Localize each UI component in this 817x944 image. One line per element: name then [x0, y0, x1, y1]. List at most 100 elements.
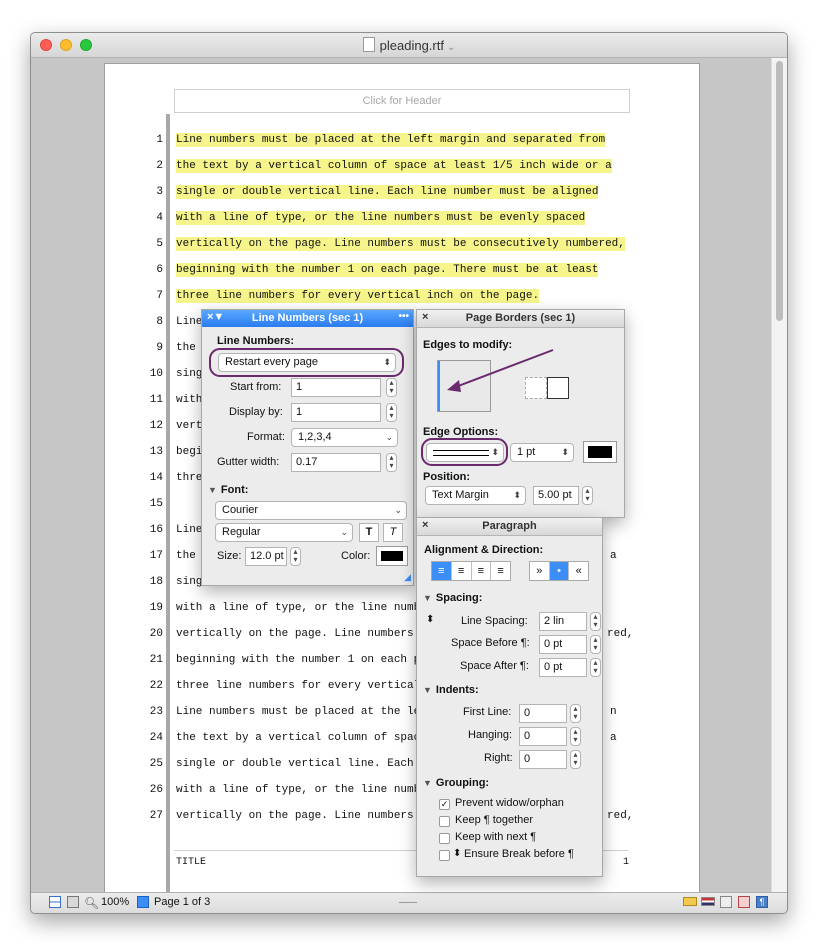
- line-spacing-mode-icon[interactable]: ⬍: [426, 614, 434, 625]
- vertical-scrollbar[interactable]: [771, 58, 787, 893]
- document-text-fragment[interactable]: a: [610, 731, 617, 745]
- format-select[interactable]: 1,2,3,4 ⌄: [291, 428, 398, 447]
- page-indicator[interactable]: Page 1 of 3: [154, 896, 210, 908]
- line-spacing-stepper[interactable]: ▴ ▾: [590, 612, 601, 631]
- document-text-line[interactable]: Line numbers must be placed at the left …: [176, 133, 606, 147]
- indents-section-label[interactable]: ▼ Indents:: [423, 684, 479, 696]
- document-text-line[interactable]: the text by a vertical column of spac: [176, 731, 420, 745]
- ltr-direction-icon[interactable]: »: [530, 562, 550, 580]
- header-placeholder[interactable]: Click for Header: [174, 89, 630, 113]
- disclosure-triangle-icon[interactable]: ▼: [423, 685, 432, 695]
- position-offset-field[interactable]: 5.00 pt: [533, 486, 579, 505]
- first-line-stepper[interactable]: ▴ ▾: [570, 704, 581, 723]
- font-section-label[interactable]: ▼ Font:: [208, 484, 248, 496]
- display-by-stepper[interactable]: ▴ ▾: [386, 403, 397, 422]
- natural-direction-icon[interactable]: •: [549, 562, 570, 580]
- hanging-field[interactable]: 0: [519, 727, 567, 746]
- right-indent-field[interactable]: 0: [519, 750, 567, 769]
- line-spacing-field[interactable]: 2 lin: [539, 612, 587, 631]
- document-text-line[interactable]: with: [176, 393, 202, 407]
- bold-button[interactable]: T: [359, 523, 379, 542]
- document-text-line[interactable]: Line: [176, 523, 202, 537]
- chevron-down-icon[interactable]: ⌄: [447, 42, 455, 53]
- document-text-fragment[interactable]: red,: [607, 627, 633, 641]
- grouping-option-label[interactable]: Prevent widow/orphan: [455, 797, 564, 809]
- document-text-line[interactable]: vertically on the page. Line numbers mus…: [176, 237, 625, 251]
- ruler-icon[interactable]: [683, 897, 697, 906]
- grouping-checkbox[interactable]: [439, 833, 450, 844]
- document-text-line[interactable]: with a line of type, or the line numb: [176, 783, 420, 797]
- document-text-fragment[interactable]: n: [610, 705, 617, 719]
- document-text-line[interactable]: Line: [176, 315, 202, 329]
- document-text-line[interactable]: begi: [176, 445, 202, 459]
- grouping-option-label[interactable]: Keep ¶ together: [455, 814, 533, 826]
- direction-segmented-control[interactable]: » • «: [529, 561, 589, 581]
- magnifier-icon[interactable]: 🔍︎: [84, 896, 99, 910]
- first-line-field[interactable]: 0: [519, 704, 567, 723]
- border-color-well[interactable]: [583, 441, 617, 463]
- resize-handle[interactable]: [399, 902, 417, 903]
- disclosure-triangle-icon[interactable]: ▼: [208, 485, 217, 495]
- document-text-line[interactable]: single or double vertical line. Each lin…: [176, 185, 599, 199]
- footer-page-number[interactable]: 1: [623, 857, 629, 868]
- display-by-field[interactable]: 1: [291, 403, 381, 422]
- hanging-stepper[interactable]: ▴ ▾: [570, 727, 581, 746]
- document-text-line[interactable]: with a line of type, or the line numb: [176, 601, 420, 615]
- footer-title[interactable]: TITLE: [176, 857, 206, 868]
- start-from-field[interactable]: 1: [291, 378, 381, 397]
- page-borders-panel-titlebar[interactable]: × Page Borders (sec 1): [417, 310, 624, 328]
- font-family-select[interactable]: Courier ⌄: [215, 501, 407, 520]
- document-text-line[interactable]: the: [176, 549, 196, 563]
- page-layout-icon[interactable]: [49, 896, 61, 908]
- align-justify-icon[interactable]: ≡: [491, 562, 510, 580]
- document-text-line[interactable]: the: [176, 341, 196, 355]
- line-width-select[interactable]: 1 pt ⬍: [510, 443, 574, 462]
- grouping-checkbox[interactable]: [439, 816, 450, 827]
- scrollbar-thumb[interactable]: [776, 61, 783, 321]
- document-text-line[interactable]: single or double vertical line. Each: [176, 757, 414, 771]
- align-right-icon[interactable]: ≡: [472, 562, 492, 580]
- document-text-line[interactable]: vertically on the page. Line numbers: [176, 627, 414, 641]
- resize-grip-icon[interactable]: ◢: [404, 572, 411, 583]
- document-text-line[interactable]: three line numbers for every vertical in…: [176, 289, 540, 303]
- space-after-stepper[interactable]: ▴ ▾: [590, 658, 601, 677]
- space-before-stepper[interactable]: ▴ ▾: [590, 635, 601, 654]
- size-stepper[interactable]: ▴ ▾: [290, 547, 301, 566]
- document-text-line[interactable]: the text by a vertical column of space a…: [176, 159, 612, 173]
- disclosure-triangle-icon[interactable]: ▼: [423, 593, 432, 603]
- grouping-section-label[interactable]: ▼ Grouping:: [423, 777, 489, 789]
- position-offset-stepper[interactable]: ▴ ▾: [582, 486, 593, 505]
- zoom-level[interactable]: 100%: [101, 896, 129, 908]
- align-center-icon[interactable]: ≡: [452, 562, 472, 580]
- start-from-stepper[interactable]: ▴ ▾: [386, 378, 397, 397]
- spacing-section-label[interactable]: ▼ Spacing:: [423, 592, 482, 604]
- document-text-line[interactable]: beginning with the number 1 on each p: [176, 653, 420, 667]
- space-before-field[interactable]: 0 pt: [539, 635, 587, 654]
- more-options-icon[interactable]: •••: [398, 311, 409, 322]
- document-text-line[interactable]: three line numbers for every vertical: [176, 679, 420, 693]
- title-bar[interactable]: pleading.rtf ⌄: [31, 33, 787, 58]
- stepper-arrows-icon[interactable]: ⬍: [453, 848, 461, 859]
- page-borders-icon[interactable]: [720, 896, 732, 908]
- document-text-line[interactable]: beginning with the number 1 on each page…: [176, 263, 599, 277]
- line-numbers-panel-titlebar[interactable]: ×▼ Line Numbers (sec 1) •••: [202, 310, 413, 327]
- alignment-segmented-control[interactable]: ≡ ≡ ≡ ≡: [431, 561, 511, 581]
- italic-button[interactable]: T: [383, 523, 403, 542]
- gutter-width-stepper[interactable]: ▴ ▾: [386, 453, 397, 472]
- document-text-fragment[interactable]: red,: [607, 809, 633, 823]
- document-text-fragment[interactable]: a: [610, 549, 617, 563]
- line-number-color-well[interactable]: [376, 546, 408, 566]
- grouping-option-label[interactable]: Keep with next ¶: [455, 831, 536, 843]
- document-text-line[interactable]: sing: [176, 367, 202, 381]
- clipboard-icon[interactable]: [67, 896, 79, 908]
- document-text-line[interactable]: with a line of type, or the line numbers…: [176, 211, 586, 225]
- paragraph-panel-titlebar[interactable]: × Paragraph: [417, 518, 602, 536]
- position-select[interactable]: Text Margin ⬍: [425, 486, 526, 505]
- document-text-line[interactable]: sing: [176, 575, 202, 589]
- document-text-line[interactable]: vertically on the page. Line numbers: [176, 809, 414, 823]
- space-after-field[interactable]: 0 pt: [539, 658, 587, 677]
- grouping-option-label[interactable]: Ensure Break before ¶: [464, 848, 574, 860]
- rtl-direction-icon[interactable]: «: [569, 562, 588, 580]
- window-title[interactable]: pleading.rtf ⌄: [31, 37, 787, 53]
- language-flag-icon[interactable]: [701, 897, 715, 906]
